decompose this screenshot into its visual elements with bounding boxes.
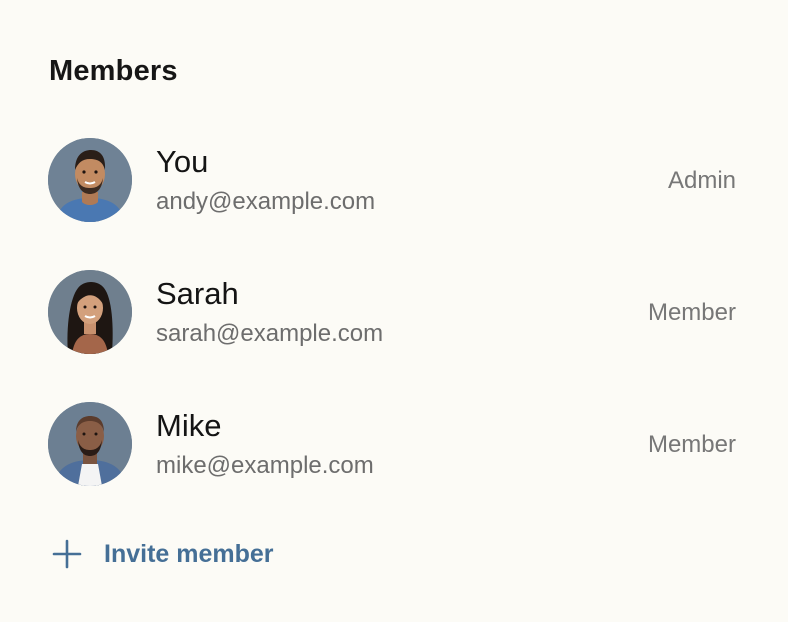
- invite-member-button[interactable]: Invite member: [50, 534, 274, 574]
- member-name: Mike: [156, 408, 222, 443]
- member-row-mike[interactable]: Mike mike@example.com Member: [48, 402, 736, 486]
- page-title: Members: [49, 55, 178, 87]
- avatar: [48, 138, 132, 222]
- member-role[interactable]: Member: [648, 298, 736, 328]
- plus-icon: [52, 539, 82, 569]
- member-name: Sarah: [156, 276, 239, 311]
- member-name: You: [156, 144, 209, 179]
- avatar-man-beard-icon: [48, 138, 132, 222]
- member-email: mike@example.com: [156, 452, 374, 479]
- member-role[interactable]: Member: [648, 430, 736, 460]
- member-email: sarah@example.com: [156, 320, 384, 347]
- member-row-sarah[interactable]: Sarah sarah@example.com Member: [48, 270, 736, 354]
- member-row-you[interactable]: You andy@example.com Admin: [48, 138, 736, 222]
- avatar-man-bald-icon: [48, 402, 132, 486]
- avatar-woman-long-hair-icon: [48, 270, 132, 354]
- member-role[interactable]: Admin: [668, 166, 736, 196]
- members-panel: Members You andy@example.com Admin Sarah…: [0, 0, 788, 622]
- invite-member-label: Invite member: [104, 539, 274, 568]
- member-email: andy@example.com: [156, 188, 376, 215]
- avatar: [48, 270, 132, 354]
- avatar: [48, 402, 132, 486]
